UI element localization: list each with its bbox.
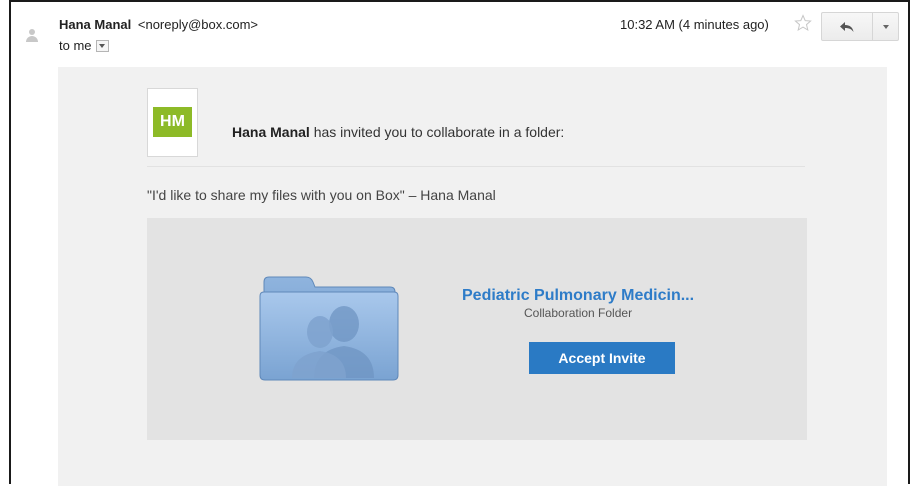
sender-name[interactable]: Hana Manal	[59, 17, 131, 32]
email-message: Hana Manal <noreply@box.com> to me 10:32…	[9, 0, 910, 486]
inviter-initials: HM	[153, 107, 192, 137]
more-options-icon[interactable]	[872, 12, 899, 41]
divider	[147, 166, 805, 167]
folder-card: Pediatric Pulmonary Medicin... Collabora…	[147, 218, 807, 440]
star-icon[interactable]	[794, 14, 812, 32]
invite-quote: "I'd like to share my files with you on …	[147, 187, 496, 203]
email-body: HM Hana Manal has invited you to collabo…	[58, 67, 887, 486]
folder-name-link[interactable]: Pediatric Pulmonary Medicin...	[462, 287, 694, 305]
inviter-avatar: HM	[147, 88, 198, 157]
reply-icon	[840, 21, 854, 32]
show-details-icon[interactable]	[95, 39, 109, 52]
reply-button[interactable]	[821, 12, 873, 41]
folder-type-label: Collaboration Folder	[524, 306, 633, 320]
invite-text: has invited you to collaborate in a fold…	[309, 124, 565, 140]
avatar-icon	[23, 26, 41, 46]
sender-email: <noreply@box.com>	[137, 17, 259, 32]
recipient-label: to me	[59, 38, 92, 53]
accept-invite-button[interactable]: Accept Invite	[529, 342, 675, 374]
invite-message: Hana Manal has invited you to collaborat…	[232, 124, 564, 140]
recipient-line: to me	[59, 38, 109, 53]
inviter-name: Hana Manal	[232, 124, 310, 140]
shared-folder-icon	[259, 276, 399, 381]
sender-line: Hana Manal <noreply@box.com>	[59, 17, 258, 32]
timestamp: 10:32 AM (4 minutes ago)	[620, 17, 769, 32]
